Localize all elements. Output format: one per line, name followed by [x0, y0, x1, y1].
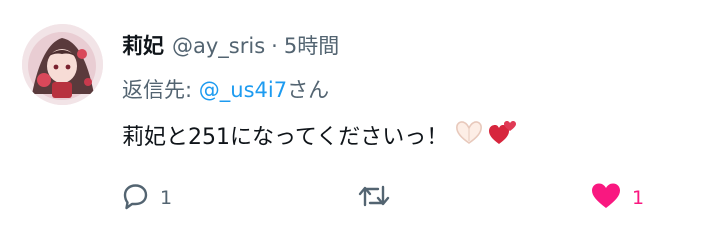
- two-hearts-emoji: [488, 117, 518, 153]
- replying-to: 返信先: @_us4i7さん: [122, 74, 329, 104]
- tweet-text: 莉妃と251になってくださいっ！: [122, 125, 449, 150]
- avatar-image: [22, 24, 103, 105]
- reply-button[interactable]: 1: [120, 180, 172, 216]
- replying-to-suffix: さん: [287, 78, 330, 102]
- separator-dot: ·: [271, 34, 278, 58]
- retweet-button[interactable]: [356, 180, 402, 216]
- retweet-icon: [356, 181, 392, 215]
- replying-to-prefix: 返信先:: [122, 78, 199, 102]
- speech-bubble-icon: [120, 181, 150, 215]
- heart-hands-emoji: [454, 119, 484, 151]
- reply-count: 1: [160, 187, 173, 209]
- display-name[interactable]: 莉妃: [122, 30, 164, 60]
- replying-to-handle-link[interactable]: @_us4i7: [199, 78, 287, 102]
- like-count: 1: [632, 187, 645, 209]
- tweet-header: 莉妃 @ay_sris · 5時間: [122, 30, 339, 60]
- tweet-body: 莉妃と251になってくださいっ！: [122, 117, 518, 153]
- like-button[interactable]: 1: [590, 180, 644, 216]
- heart-icon: [590, 181, 622, 215]
- avatar[interactable]: [22, 24, 103, 105]
- tweet[interactable]: 莉妃 @ay_sris · 5時間 返信先: @_us4i7さん 莉妃と251に…: [0, 0, 720, 240]
- user-handle[interactable]: @ay_sris: [172, 34, 265, 58]
- timestamp[interactable]: 5時間: [284, 30, 339, 60]
